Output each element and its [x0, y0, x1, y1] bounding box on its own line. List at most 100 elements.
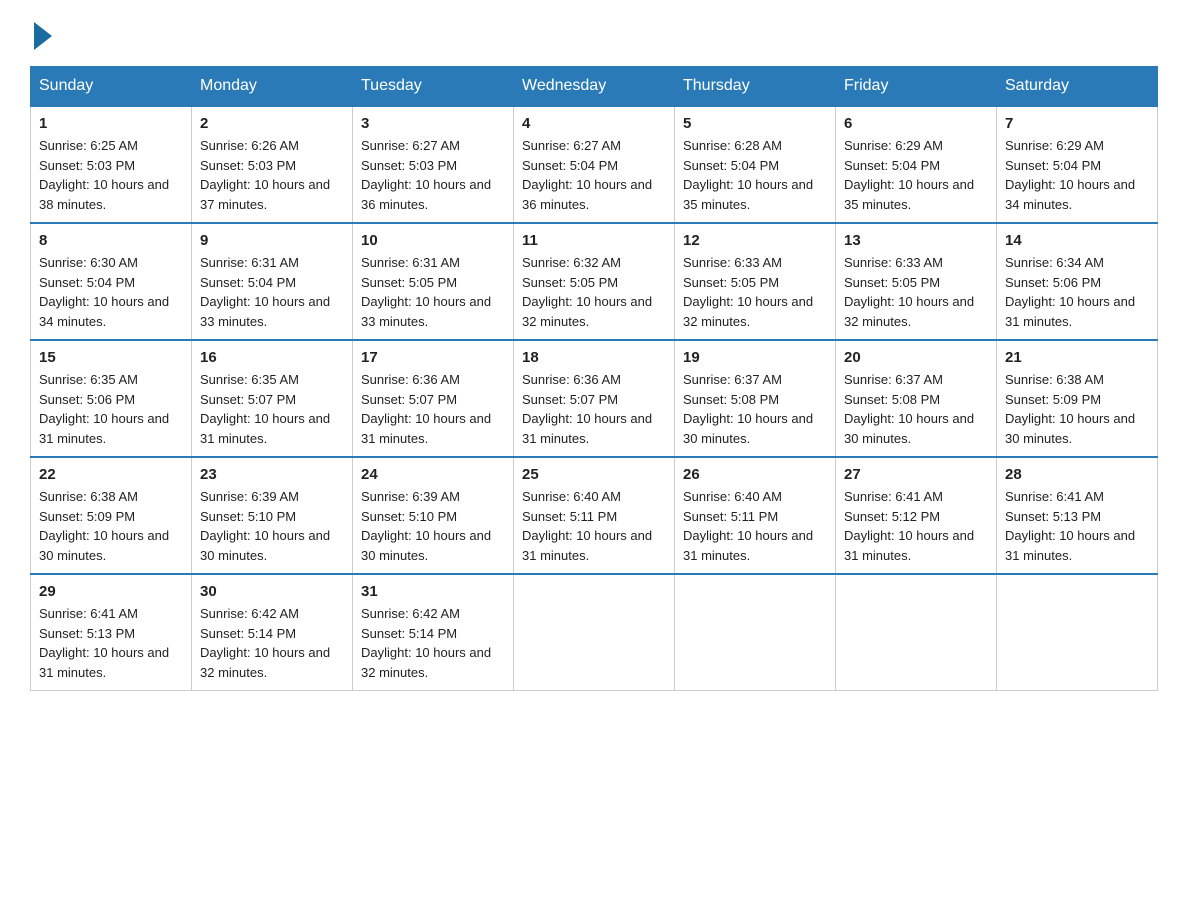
calendar-cell: [675, 574, 836, 691]
calendar-cell: 13 Sunrise: 6:33 AMSunset: 5:05 PMDaylig…: [836, 223, 997, 340]
day-number: 12: [683, 232, 827, 249]
calendar-cell: 25 Sunrise: 6:40 AMSunset: 5:11 PMDaylig…: [514, 457, 675, 574]
day-number: 13: [844, 232, 988, 249]
day-number: 10: [361, 232, 505, 249]
week-row-1: 1 Sunrise: 6:25 AMSunset: 5:03 PMDayligh…: [31, 106, 1158, 223]
day-info: Sunrise: 6:33 AMSunset: 5:05 PMDaylight:…: [683, 255, 813, 329]
day-number: 30: [200, 583, 344, 600]
calendar-cell: 24 Sunrise: 6:39 AMSunset: 5:10 PMDaylig…: [353, 457, 514, 574]
calendar-cell: 12 Sunrise: 6:33 AMSunset: 5:05 PMDaylig…: [675, 223, 836, 340]
day-info: Sunrise: 6:35 AMSunset: 5:06 PMDaylight:…: [39, 372, 169, 446]
col-header-friday: Friday: [836, 67, 997, 107]
day-info: Sunrise: 6:38 AMSunset: 5:09 PMDaylight:…: [39, 489, 169, 563]
calendar-cell: 21 Sunrise: 6:38 AMSunset: 5:09 PMDaylig…: [997, 340, 1158, 457]
calendar-cell: 4 Sunrise: 6:27 AMSunset: 5:04 PMDayligh…: [514, 106, 675, 223]
calendar-cell: 19 Sunrise: 6:37 AMSunset: 5:08 PMDaylig…: [675, 340, 836, 457]
day-info: Sunrise: 6:33 AMSunset: 5:05 PMDaylight:…: [844, 255, 974, 329]
day-number: 22: [39, 466, 183, 483]
day-number: 1: [39, 115, 183, 132]
calendar-cell: 2 Sunrise: 6:26 AMSunset: 5:03 PMDayligh…: [192, 106, 353, 223]
day-info: Sunrise: 6:27 AMSunset: 5:03 PMDaylight:…: [361, 138, 491, 212]
col-header-thursday: Thursday: [675, 67, 836, 107]
week-row-5: 29 Sunrise: 6:41 AMSunset: 5:13 PMDaylig…: [31, 574, 1158, 691]
calendar-table: SundayMondayTuesdayWednesdayThursdayFrid…: [30, 66, 1158, 691]
day-info: Sunrise: 6:31 AMSunset: 5:05 PMDaylight:…: [361, 255, 491, 329]
calendar-cell: 30 Sunrise: 6:42 AMSunset: 5:14 PMDaylig…: [192, 574, 353, 691]
calendar-cell: 5 Sunrise: 6:28 AMSunset: 5:04 PMDayligh…: [675, 106, 836, 223]
day-info: Sunrise: 6:25 AMSunset: 5:03 PMDaylight:…: [39, 138, 169, 212]
day-number: 6: [844, 115, 988, 132]
day-info: Sunrise: 6:36 AMSunset: 5:07 PMDaylight:…: [361, 372, 491, 446]
calendar-cell: 16 Sunrise: 6:35 AMSunset: 5:07 PMDaylig…: [192, 340, 353, 457]
calendar-cell: 6 Sunrise: 6:29 AMSunset: 5:04 PMDayligh…: [836, 106, 997, 223]
day-info: Sunrise: 6:41 AMSunset: 5:13 PMDaylight:…: [39, 606, 169, 680]
day-number: 7: [1005, 115, 1149, 132]
day-number: 2: [200, 115, 344, 132]
day-number: 3: [361, 115, 505, 132]
calendar-cell: 27 Sunrise: 6:41 AMSunset: 5:12 PMDaylig…: [836, 457, 997, 574]
week-row-2: 8 Sunrise: 6:30 AMSunset: 5:04 PMDayligh…: [31, 223, 1158, 340]
day-number: 23: [200, 466, 344, 483]
calendar-cell: 7 Sunrise: 6:29 AMSunset: 5:04 PMDayligh…: [997, 106, 1158, 223]
calendar-cell: 20 Sunrise: 6:37 AMSunset: 5:08 PMDaylig…: [836, 340, 997, 457]
calendar-cell: 9 Sunrise: 6:31 AMSunset: 5:04 PMDayligh…: [192, 223, 353, 340]
day-number: 20: [844, 349, 988, 366]
day-info: Sunrise: 6:42 AMSunset: 5:14 PMDaylight:…: [200, 606, 330, 680]
col-header-sunday: Sunday: [31, 67, 192, 107]
day-info: Sunrise: 6:30 AMSunset: 5:04 PMDaylight:…: [39, 255, 169, 329]
day-number: 26: [683, 466, 827, 483]
day-info: Sunrise: 6:42 AMSunset: 5:14 PMDaylight:…: [361, 606, 491, 680]
day-number: 19: [683, 349, 827, 366]
week-row-4: 22 Sunrise: 6:38 AMSunset: 5:09 PMDaylig…: [31, 457, 1158, 574]
calendar-cell: 14 Sunrise: 6:34 AMSunset: 5:06 PMDaylig…: [997, 223, 1158, 340]
day-info: Sunrise: 6:32 AMSunset: 5:05 PMDaylight:…: [522, 255, 652, 329]
day-info: Sunrise: 6:37 AMSunset: 5:08 PMDaylight:…: [683, 372, 813, 446]
logo-arrow-icon: [34, 22, 52, 50]
day-info: Sunrise: 6:38 AMSunset: 5:09 PMDaylight:…: [1005, 372, 1135, 446]
day-info: Sunrise: 6:36 AMSunset: 5:07 PMDaylight:…: [522, 372, 652, 446]
day-info: Sunrise: 6:40 AMSunset: 5:11 PMDaylight:…: [683, 489, 813, 563]
day-number: 18: [522, 349, 666, 366]
calendar-cell: 17 Sunrise: 6:36 AMSunset: 5:07 PMDaylig…: [353, 340, 514, 457]
calendar-header-row: SundayMondayTuesdayWednesdayThursdayFrid…: [31, 67, 1158, 107]
calendar-cell: [514, 574, 675, 691]
calendar-cell: 10 Sunrise: 6:31 AMSunset: 5:05 PMDaylig…: [353, 223, 514, 340]
day-info: Sunrise: 6:27 AMSunset: 5:04 PMDaylight:…: [522, 138, 652, 212]
day-info: Sunrise: 6:28 AMSunset: 5:04 PMDaylight:…: [683, 138, 813, 212]
col-header-monday: Monday: [192, 67, 353, 107]
day-number: 17: [361, 349, 505, 366]
day-number: 8: [39, 232, 183, 249]
day-info: Sunrise: 6:39 AMSunset: 5:10 PMDaylight:…: [361, 489, 491, 563]
calendar-cell: 31 Sunrise: 6:42 AMSunset: 5:14 PMDaylig…: [353, 574, 514, 691]
day-number: 21: [1005, 349, 1149, 366]
day-info: Sunrise: 6:31 AMSunset: 5:04 PMDaylight:…: [200, 255, 330, 329]
calendar-cell: 1 Sunrise: 6:25 AMSunset: 5:03 PMDayligh…: [31, 106, 192, 223]
day-number: 29: [39, 583, 183, 600]
day-number: 15: [39, 349, 183, 366]
page-header: [30, 20, 1158, 46]
day-info: Sunrise: 6:26 AMSunset: 5:03 PMDaylight:…: [200, 138, 330, 212]
day-number: 5: [683, 115, 827, 132]
day-number: 25: [522, 466, 666, 483]
calendar-cell: 29 Sunrise: 6:41 AMSunset: 5:13 PMDaylig…: [31, 574, 192, 691]
col-header-wednesday: Wednesday: [514, 67, 675, 107]
logo: [30, 20, 52, 46]
day-info: Sunrise: 6:29 AMSunset: 5:04 PMDaylight:…: [844, 138, 974, 212]
calendar-cell: 8 Sunrise: 6:30 AMSunset: 5:04 PMDayligh…: [31, 223, 192, 340]
calendar-cell: [836, 574, 997, 691]
day-number: 28: [1005, 466, 1149, 483]
day-info: Sunrise: 6:41 AMSunset: 5:13 PMDaylight:…: [1005, 489, 1135, 563]
calendar-cell: 22 Sunrise: 6:38 AMSunset: 5:09 PMDaylig…: [31, 457, 192, 574]
calendar-cell: 28 Sunrise: 6:41 AMSunset: 5:13 PMDaylig…: [997, 457, 1158, 574]
day-info: Sunrise: 6:41 AMSunset: 5:12 PMDaylight:…: [844, 489, 974, 563]
calendar-cell: 23 Sunrise: 6:39 AMSunset: 5:10 PMDaylig…: [192, 457, 353, 574]
calendar-cell: 26 Sunrise: 6:40 AMSunset: 5:11 PMDaylig…: [675, 457, 836, 574]
day-number: 16: [200, 349, 344, 366]
day-number: 27: [844, 466, 988, 483]
calendar-cell: 18 Sunrise: 6:36 AMSunset: 5:07 PMDaylig…: [514, 340, 675, 457]
day-info: Sunrise: 6:37 AMSunset: 5:08 PMDaylight:…: [844, 372, 974, 446]
col-header-tuesday: Tuesday: [353, 67, 514, 107]
day-number: 4: [522, 115, 666, 132]
week-row-3: 15 Sunrise: 6:35 AMSunset: 5:06 PMDaylig…: [31, 340, 1158, 457]
day-number: 31: [361, 583, 505, 600]
